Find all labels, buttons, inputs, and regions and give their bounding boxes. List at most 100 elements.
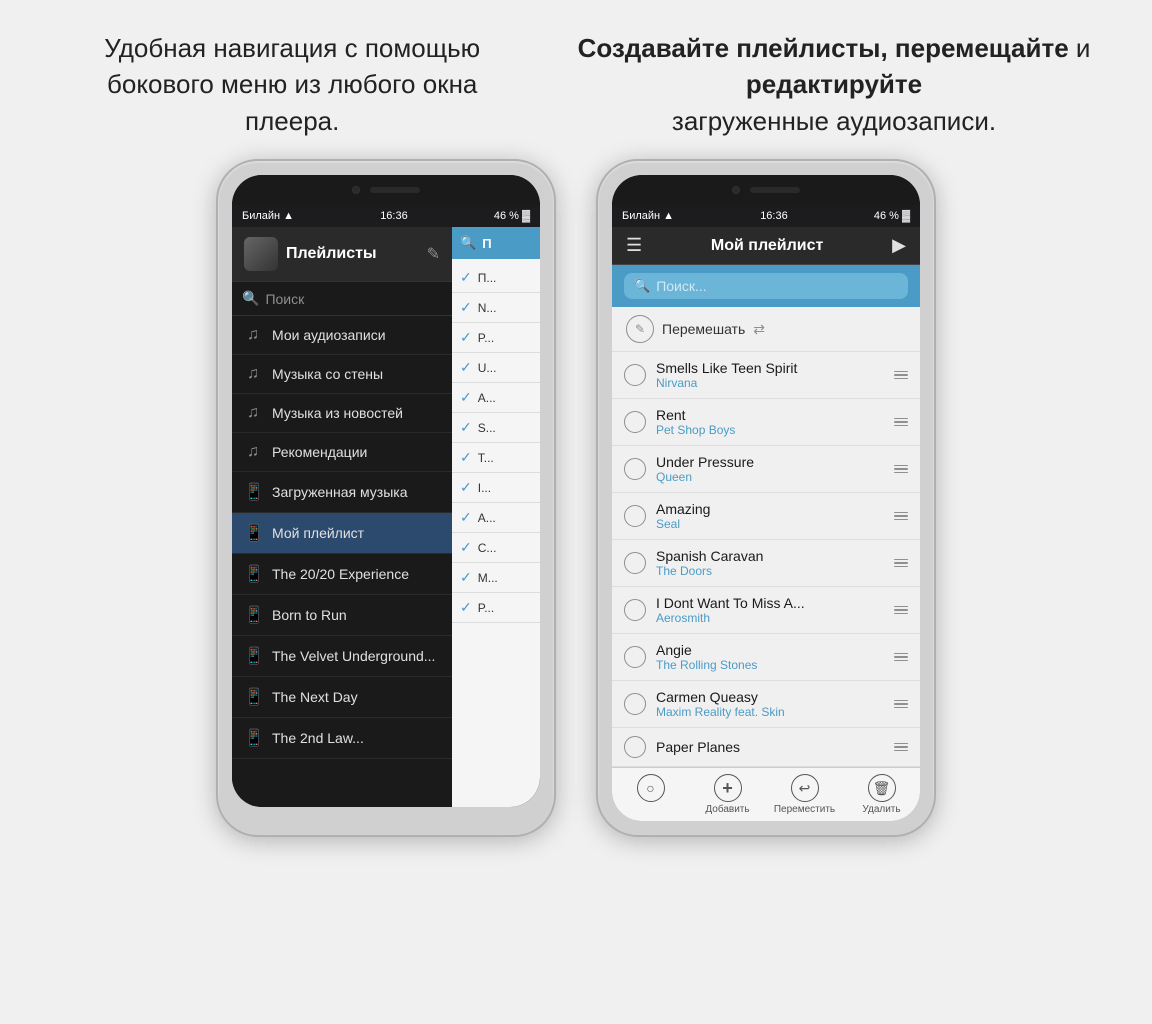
track-item-5[interactable]: I Dont Want To Miss A... Aerosmith — [612, 587, 920, 634]
track-menu-6[interactable] — [894, 653, 908, 662]
track-artist-5: Aerosmith — [656, 611, 884, 625]
wifi-icon-right: ▲ — [663, 210, 674, 222]
music-icon-2: ♫ — [244, 365, 262, 383]
sidebar-item-2nd-law[interactable]: 📱 The 2nd Law... — [232, 718, 452, 759]
sidebar-label-my-audio: Мои аудиозаписи — [272, 327, 386, 343]
search-text: Поиск — [265, 291, 304, 307]
track-item-8[interactable]: Paper Planes — [612, 728, 920, 767]
shuffle-radio-btn[interactable]: ✎ — [626, 315, 654, 343]
add-button[interactable]: + Добавить — [689, 774, 766, 815]
sidebar-label-2020: The 20/20 Experience — [272, 566, 409, 582]
edit-icon[interactable]: ✎ — [427, 244, 440, 264]
hamburger-icon[interactable]: ☰ — [626, 235, 642, 256]
track-item-7[interactable]: Carmen Queasy Maxim Reality feat. Skin — [612, 681, 920, 728]
track-name-0: Smells Like Teen Spirit — [656, 360, 884, 376]
right-search-bar[interactable]: 🔍 Поиск... — [612, 265, 920, 307]
sidebar-label-velvet: The Velvet Underground... — [272, 648, 435, 664]
speaker-bar-right — [750, 187, 800, 193]
track-menu-8[interactable] — [894, 743, 908, 752]
sidebar-label-downloaded: Загруженная музыка — [272, 484, 408, 500]
sidebar-item-my-playlist[interactable]: 📱 Мой плейлист — [232, 513, 452, 554]
sidebar-label-wall-music: Музыка со стены — [272, 366, 383, 382]
track-item[interactable]: Smells Like Teen Spirit Nirvana — [612, 352, 920, 399]
right-iphone: Билайн ▲ 16:36 46 % ▓ ☰ Мой плейлист ▶ — [596, 159, 936, 837]
avatar — [244, 237, 278, 271]
sidebar-item-next-day[interactable]: 📱 The Next Day — [232, 677, 452, 718]
track-item-4[interactable]: Spanish Caravan The Doors — [612, 540, 920, 587]
track-menu-0[interactable] — [894, 371, 908, 380]
track-menu-5[interactable] — [894, 606, 908, 615]
move-button[interactable]: ↩ Переместить — [766, 774, 843, 815]
search-icon: 🔍 — [242, 290, 259, 307]
camera-dot-right — [732, 186, 740, 194]
sidebar-item-downloaded[interactable]: 📱 Загруженная музыка — [232, 472, 452, 513]
track-radio-1[interactable] — [624, 411, 646, 433]
track-menu-4[interactable] — [894, 559, 908, 568]
main-panel-partial: 🔍 П ✓П... ✓N... ✓P... ✓U... ✓A... ✓S... … — [452, 227, 540, 807]
phone-icon-6: 📱 — [244, 687, 262, 707]
track-item-2[interactable]: Under Pressure Queen — [612, 446, 920, 493]
partial-header: 🔍 П — [452, 227, 540, 259]
track-artist-4: The Doors — [656, 564, 884, 578]
delete-icon[interactable]: 🗑 — [868, 774, 896, 802]
sidebar-item-recs[interactable]: ♫ Рекомендации — [232, 433, 452, 472]
carrier-right: Билайн — [622, 210, 660, 222]
shuffle-arrows-icon: ⇄ — [753, 321, 765, 338]
sidebar-search-row[interactable]: 🔍 Поиск — [232, 282, 452, 316]
move-icon[interactable]: ↩ — [791, 774, 819, 802]
track-radio-2[interactable] — [624, 458, 646, 480]
music-icon-3: ♫ — [244, 404, 262, 422]
sidebar-label-news-music: Музыка из новостей — [272, 405, 403, 421]
track-radio-4[interactable] — [624, 552, 646, 574]
track-artist-1: Pet Shop Boys — [656, 423, 884, 437]
right-phone-top-bar — [612, 175, 920, 205]
sidebar-label-my-playlist: Мой плейлист — [272, 525, 364, 541]
sidebar-panel: Плейлисты ✎ 🔍 Поиск ♫ Мои аудиозаписи ♫ — [232, 227, 452, 807]
sidebar-item-wall-music[interactable]: ♫ Музыка со стены — [232, 355, 452, 394]
phone-icon-7: 📱 — [244, 728, 262, 748]
track-menu-2[interactable] — [894, 465, 908, 474]
play-icon[interactable]: ▶ — [892, 235, 906, 256]
edit-icon-shuffle: ✎ — [635, 322, 645, 336]
track-menu-1[interactable] — [894, 418, 908, 427]
track-artist-2: Queen — [656, 470, 884, 484]
shuffle-row[interactable]: ✎ Перемешать ⇄ — [612, 307, 920, 352]
speaker-bar — [370, 187, 420, 193]
left-screen: Плейлисты ✎ 🔍 Поиск ♫ Мои аудиозаписи ♫ — [232, 227, 540, 807]
sidebar-label-2nd-law: The 2nd Law... — [272, 730, 364, 746]
sidebar-item-my-audio[interactable]: ♫ Мои аудиозаписи — [232, 316, 452, 355]
sidebar-item-2020[interactable]: 📱 The 20/20 Experience — [232, 554, 452, 595]
right-caption: Создавайте плейлисты, перемещайте и реда… — [576, 30, 1092, 139]
delete-button[interactable]: 🗑 Удалить — [843, 774, 920, 815]
sidebar-label-next-day: The Next Day — [272, 689, 358, 705]
track-name-4: Spanish Caravan — [656, 548, 884, 564]
track-item-1[interactable]: Rent Pet Shop Boys — [612, 399, 920, 446]
phone-icon-5: 📱 — [244, 646, 262, 666]
track-menu-3[interactable] — [894, 512, 908, 521]
sidebar-item-born-to-run[interactable]: 📱 Born to Run — [232, 595, 452, 636]
track-radio-8[interactable] — [624, 736, 646, 758]
delete-label: Удалить — [862, 804, 900, 815]
track-menu-7[interactable] — [894, 700, 908, 709]
right-nav-title: Мой плейлист — [711, 237, 823, 255]
sidebar-label-born-to-run: Born to Run — [272, 607, 347, 623]
track-radio-5[interactable] — [624, 599, 646, 621]
track-radio-6[interactable] — [624, 646, 646, 668]
left-phone-top-bar — [232, 175, 540, 205]
music-icon-4: ♫ — [244, 443, 262, 461]
track-radio-7[interactable] — [624, 693, 646, 715]
track-item-6[interactable]: Angie The Rolling Stones — [612, 634, 920, 681]
sidebar-title: Плейлисты — [286, 245, 377, 263]
track-radio-3[interactable] — [624, 505, 646, 527]
track-radio-0[interactable] — [624, 364, 646, 386]
add-icon[interactable]: + — [714, 774, 742, 802]
track-name-6: Angie — [656, 642, 884, 658]
track-item-3[interactable]: Amazing Seal — [612, 493, 920, 540]
bottom-toolbar: ○ + Добавить ↩ Переместить 🗑 Удалить — [612, 767, 920, 821]
sidebar-item-velvet[interactable]: 📱 The Velvet Underground... — [232, 636, 452, 677]
toolbar-circle-btn[interactable]: ○ — [612, 774, 689, 815]
track-artist-3: Seal — [656, 517, 884, 531]
track-name-3: Amazing — [656, 501, 884, 517]
sidebar-item-news-music[interactable]: ♫ Музыка из новостей — [232, 394, 452, 433]
circle-icon[interactable]: ○ — [637, 774, 665, 802]
